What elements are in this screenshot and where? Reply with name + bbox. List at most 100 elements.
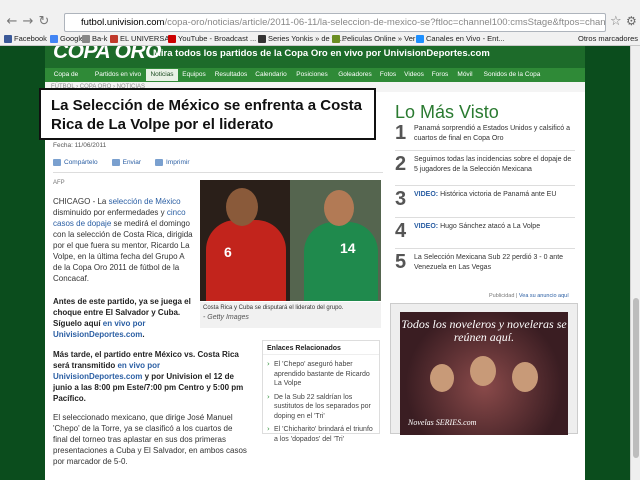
- ad-brand: Novelas SERIES.com: [408, 418, 477, 427]
- headline-text: Seguimos todas las incidencias sobre el …: [414, 156, 572, 173]
- bookmark-label: Peliculas Online » Ver ...: [342, 34, 424, 43]
- url-host: futbol.univision.com: [81, 17, 165, 28]
- address-bar[interactable]: futbol.univision.com/copa-oro/noticias/a…: [64, 13, 606, 32]
- advertisement[interactable]: Todos los noveleros y noveleras se reúne…: [390, 303, 578, 435]
- bookmark-favicon-icon: [50, 34, 58, 43]
- share-label: Compártelo: [64, 159, 98, 166]
- jersey-number: 6: [224, 244, 232, 260]
- menu-item[interactable]: Posiciones: [291, 69, 333, 81]
- main-menu: Copa de Oro Partidos en vivoNoticiasEquip…: [45, 68, 585, 90]
- headline-text: La Selección Mexicana Sub 22 perdió 3 - …: [414, 254, 564, 271]
- most-viewed-text: Seguimos todas las incidencias sobre el …: [414, 155, 574, 174]
- divider: [395, 248, 575, 249]
- related-title: Enlaces Relacionados: [263, 341, 379, 355]
- url-path: /copa-oro/noticias/article/2011-06-11/la…: [164, 17, 606, 28]
- wrench-icon[interactable]: ⚙: [626, 14, 637, 28]
- rank-number: 5: [395, 251, 407, 273]
- costa-rica-player: [206, 220, 286, 301]
- forward-icon[interactable]: →: [20, 14, 36, 30]
- bookmark-label: Ba-k: [92, 34, 108, 43]
- ad-face: [512, 362, 538, 392]
- paragraph-text: - La: [90, 197, 109, 206]
- article-paragraph-3: Más tarde, el partido entre México vs. C…: [53, 349, 248, 404]
- share-button[interactable]: Compártelo: [53, 159, 98, 166]
- most-viewed-text: Panamá sorprendió a Estados Unidos y cal…: [414, 124, 574, 143]
- most-viewed-item[interactable]: 2 Seguimos todas las incidencias sobre el…: [395, 153, 575, 183]
- menu-item[interactable]: Móvil: [453, 69, 477, 81]
- menu-item[interactable]: Goleadores: [334, 69, 376, 81]
- share-tools: Compártelo Enviar Imprimir: [53, 159, 190, 166]
- printer-icon: [155, 159, 164, 166]
- divider: [53, 172, 383, 173]
- scrollbar-thumb[interactable]: [633, 298, 639, 458]
- browser-toolbar: ← → ↻ futbol.univision.com/copa-oro/noti…: [0, 12, 640, 34]
- article-paragraph-1: CHICAGO - La selección de México disminu…: [53, 196, 195, 284]
- rank-number: 2: [395, 153, 407, 175]
- mail-icon: [111, 159, 120, 166]
- menu-item[interactable]: Videos: [401, 69, 427, 81]
- related-link[interactable]: El 'Chepo' aseguró haber aprendido basta…: [267, 360, 375, 389]
- menu-item[interactable]: Partidos en vivo: [91, 69, 145, 81]
- bookmark-label: Canales en Vivo - Ent...: [426, 34, 505, 43]
- bookmark-item[interactable]: Peliculas Online » Ver ...: [332, 34, 424, 43]
- rank-number: 1: [395, 122, 407, 144]
- rank-number: 4: [395, 220, 407, 242]
- player-head: [226, 188, 258, 226]
- ad-link[interactable]: Vea su anuncio aquí: [519, 293, 569, 299]
- most-viewed-item[interactable]: 5 La Selección Mexicana Sub 22 perdió 3 -…: [395, 251, 575, 281]
- menu-item[interactable]: Calendario: [252, 69, 290, 81]
- bookmark-star-icon[interactable]: ☆: [610, 14, 622, 29]
- other-bookmarks-folder[interactable]: Otros marcadores: [578, 34, 638, 43]
- menu-item[interactable]: Resultados: [211, 69, 251, 81]
- print-label: Imprimir: [166, 159, 190, 166]
- article-photo[interactable]: 6 14: [200, 180, 381, 301]
- paragraph-text: disminuido por enfermedades y: [53, 208, 167, 217]
- bookmark-favicon-icon: [416, 34, 424, 43]
- bookmark-item[interactable]: Google: [50, 34, 84, 43]
- send-label: Enviar: [122, 159, 142, 166]
- site-logo[interactable]: COPA ORO: [53, 46, 162, 64]
- site-tagline: Mira todos los partidos de la Copa Oro e…: [153, 48, 490, 59]
- most-viewed-item[interactable]: 1 Panamá sorprendió a Estados Unidos y ca…: [395, 122, 575, 152]
- menu-item[interactable]: Fotos: [377, 69, 399, 81]
- bookmark-favicon-icon: [332, 34, 340, 43]
- scrollbar[interactable]: [630, 46, 640, 480]
- article-date: Fecha: 11/06/2011: [53, 142, 107, 149]
- most-viewed-text: VIDEO: Hugo Sánchez atacó a La Volpe: [414, 222, 574, 232]
- bookmark-favicon-icon: [168, 34, 176, 43]
- photo-caption: Costa Rica y Cuba se disputará el lidera…: [200, 302, 381, 328]
- ad-headline: Todos los noveleros y noveleras se reúne…: [401, 317, 567, 344]
- menu-item[interactable]: Copa de Oro: [49, 69, 83, 90]
- paragraph-text: .: [142, 330, 145, 339]
- bookmark-favicon-icon: [82, 34, 90, 43]
- back-icon[interactable]: ←: [4, 14, 20, 30]
- link-seleccion-mexico[interactable]: selección de México: [109, 197, 181, 206]
- most-viewed-text: VIDEO: Histórica victoria de Panamá ante…: [414, 190, 574, 200]
- most-viewed-item[interactable]: 4 VIDEO: Hugo Sánchez atacó a La Volpe: [395, 220, 575, 250]
- bookmark-label: Google: [60, 34, 85, 43]
- menu-item[interactable]: Foros: [429, 69, 451, 81]
- mexico-player: [304, 222, 378, 301]
- player-head: [324, 190, 354, 226]
- menu-item[interactable]: Noticias: [146, 69, 178, 81]
- bookmark-item[interactable]: YouTube - Broadcast ...: [168, 34, 256, 43]
- send-button[interactable]: Enviar: [111, 159, 142, 166]
- divider: [395, 185, 575, 186]
- bookmark-item[interactable]: EL UNIVERSAL: [110, 34, 174, 43]
- related-link[interactable]: De la Sub 22 saldrían los sustitutos de …: [267, 393, 375, 422]
- bookmark-item[interactable]: Canales en Vivo - Ent...: [416, 34, 505, 43]
- divider: [395, 217, 575, 218]
- menu-item[interactable]: Sonidos de la Copa: [479, 69, 545, 81]
- article-source: AFP: [53, 180, 65, 186]
- article-headline: La Selección de México se enfrenta a Cos…: [39, 88, 376, 140]
- rank-number: 3: [395, 188, 407, 210]
- paragraph-text: se medirá el domingo con la selección de…: [53, 219, 193, 283]
- related-link[interactable]: El 'Chicharito' brindará el triunfo a lo…: [267, 425, 375, 444]
- bookmark-item[interactable]: Ba-k: [82, 34, 107, 43]
- menu-item[interactable]: Equipos: [179, 69, 209, 81]
- bookmark-item[interactable]: Facebook: [4, 34, 47, 43]
- reload-icon[interactable]: ↻: [36, 14, 52, 30]
- ad-label: Publicidad | Vea su anuncio aquí: [489, 293, 569, 299]
- most-viewed-item[interactable]: 3 VIDEO: Histórica victoria de Panamá ant…: [395, 188, 575, 218]
- print-button[interactable]: Imprimir: [155, 159, 190, 166]
